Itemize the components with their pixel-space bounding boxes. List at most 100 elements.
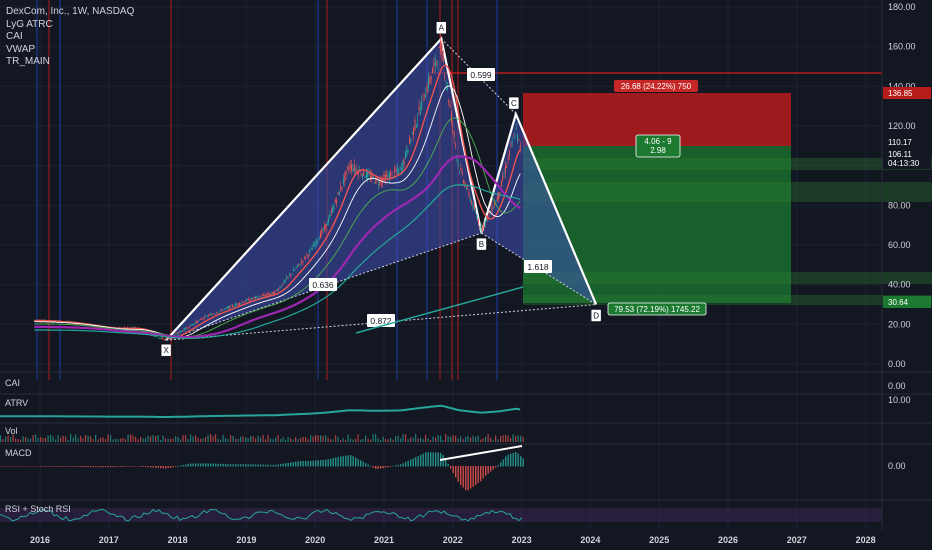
macd-bar [377,466,379,469]
candle-body [481,226,483,231]
volume-bar [477,435,479,442]
macd-bar [257,464,259,467]
candle-body [419,108,421,115]
macd-bar [315,460,317,467]
candle-body [157,337,159,339]
volume-bar [485,436,487,442]
time-tick: 2020 [305,535,325,545]
candle-body [386,174,388,177]
candle-body [276,289,278,291]
pane-label-vol[interactable]: Vol [5,426,18,436]
candle-body [319,232,321,239]
pane-label-cai[interactable]: CAI [5,378,20,388]
candle-body [351,164,353,171]
pane-label-atrv[interactable]: ATRV [5,398,28,408]
candle-body [301,260,303,263]
macd-bar [250,464,252,467]
candle-body [337,192,339,194]
macd-bar [445,459,447,467]
candle-body [342,178,344,184]
macd-bar [427,452,429,467]
volume-bar [85,434,87,442]
volume-bar [197,437,199,442]
candle-body [264,295,266,297]
indicator-tr-main[interactable]: TR_MAIN [6,56,134,69]
macd-bar [100,466,102,468]
volume-bar [235,438,237,442]
macd-bar [230,464,232,467]
candle-body [245,299,247,302]
macd-bar [437,452,439,467]
atrv-line [0,404,521,418]
volume-bar [312,436,314,442]
candle-body [324,225,326,230]
indicator-cai[interactable]: CAI [6,31,134,44]
candle-body [338,191,340,196]
candle-body [436,61,438,63]
stop-price-tag-text: 136.85 [888,89,913,98]
candle-body [329,213,331,218]
candle-body [498,191,500,200]
candle-body [288,275,290,276]
volume-bar [435,437,437,442]
volume-bar [170,438,172,442]
macd-bar [422,453,424,467]
volume-bar [145,438,147,442]
pane-label-rsi[interactable]: RSI + Stoch RSI [5,504,71,514]
volume-bar [457,438,459,442]
pane-label-macd[interactable]: MACD [5,448,32,458]
macd-bar [432,452,434,467]
pane-tick: 0.00 [888,381,906,391]
macd-bar [222,463,224,467]
volume-bar [490,437,492,442]
time-tick: 2019 [236,535,256,545]
price-tick: 40.00 [888,280,911,290]
macd-bar [312,460,314,467]
macd-bar [235,464,237,467]
candle-body [189,325,191,328]
volume-bar [315,435,317,442]
volume-bar [337,437,339,442]
volume-bar [412,437,414,442]
macd-bar [72,466,74,467]
volume-bar [102,437,104,442]
macd-bar [482,466,484,479]
macd-bar [240,464,242,467]
candle-body [271,291,273,293]
macd-bar [387,466,389,468]
volume-bar [15,438,17,442]
macd-bar [500,462,502,467]
macd-bar [510,453,512,467]
volume-bar [237,438,239,442]
macd-bar [30,466,32,467]
macd-bar [420,454,422,467]
candle-body [298,263,300,265]
macd-bar [42,466,44,467]
candle-body [224,308,226,310]
macd-bar [392,465,394,467]
candle-body [496,196,498,201]
chart-canvas[interactable]: 180.00160.00140.00120.0080.0060.0040.002… [0,0,932,550]
candle-body [438,47,440,48]
macd-bar [217,463,219,467]
chart-legend: DexCom, Inc., 1W, NASDAQ LyG ATRC CAI VW… [6,6,134,69]
symbol-title[interactable]: DexCom, Inc., 1W, NASDAQ [6,6,134,19]
candle-body [309,250,311,253]
candle-body [164,339,166,341]
xab-triangle[interactable] [166,38,482,341]
candle-body [275,289,277,291]
macd-bar [295,461,297,467]
candle-body [179,331,181,333]
macd-bar [322,459,324,467]
candle-body [348,167,350,171]
macd-bar [105,466,107,468]
candle-body [502,175,504,181]
candle-body [341,187,343,188]
macd-bar [335,457,337,467]
indicator-vwap[interactable]: VWAP [6,44,134,57]
volume-bar [27,438,29,442]
macd-bar [380,466,382,469]
candle-body [378,184,380,186]
macd-bar [465,466,467,490]
indicator-lyg-atrc[interactable]: LyG ATRC [6,19,134,32]
